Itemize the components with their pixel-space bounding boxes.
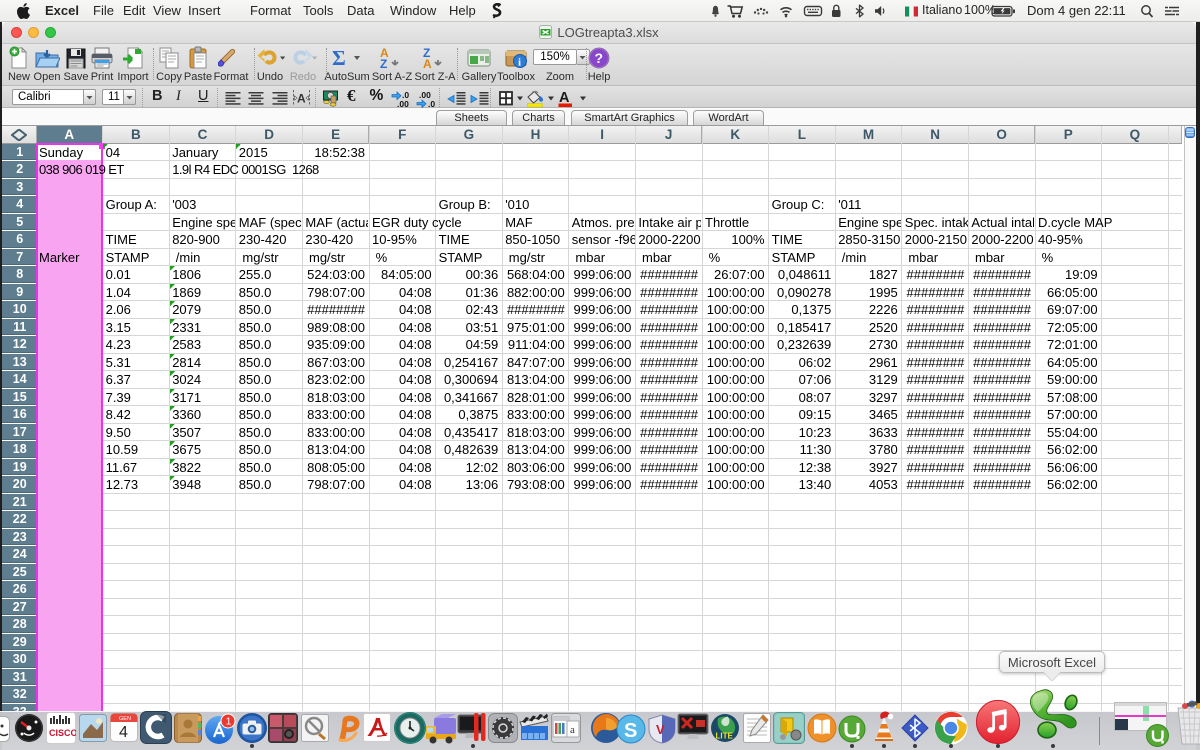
svg-text:Z: Z: [380, 57, 387, 70]
svg-text:a: a: [570, 724, 575, 736]
svg-text:V: V: [656, 722, 665, 737]
svg-text:.0: .0: [428, 99, 435, 108]
svg-text:CISCO: CISCO: [49, 728, 76, 738]
svg-text:1: 1: [226, 717, 232, 728]
svg-text:GEN: GEN: [119, 716, 131, 722]
svg-text:.00: .00: [397, 99, 409, 108]
svg-text:4: 4: [119, 724, 128, 741]
svg-text:A: A: [297, 92, 306, 106]
svg-text:?: ?: [595, 50, 604, 66]
svg-text:LITE: LITE: [716, 732, 734, 741]
svg-text:i: i: [518, 57, 521, 69]
svg-text:A: A: [423, 57, 432, 70]
svg-text:S: S: [624, 720, 637, 742]
svg-text:Σ: Σ: [332, 46, 346, 70]
